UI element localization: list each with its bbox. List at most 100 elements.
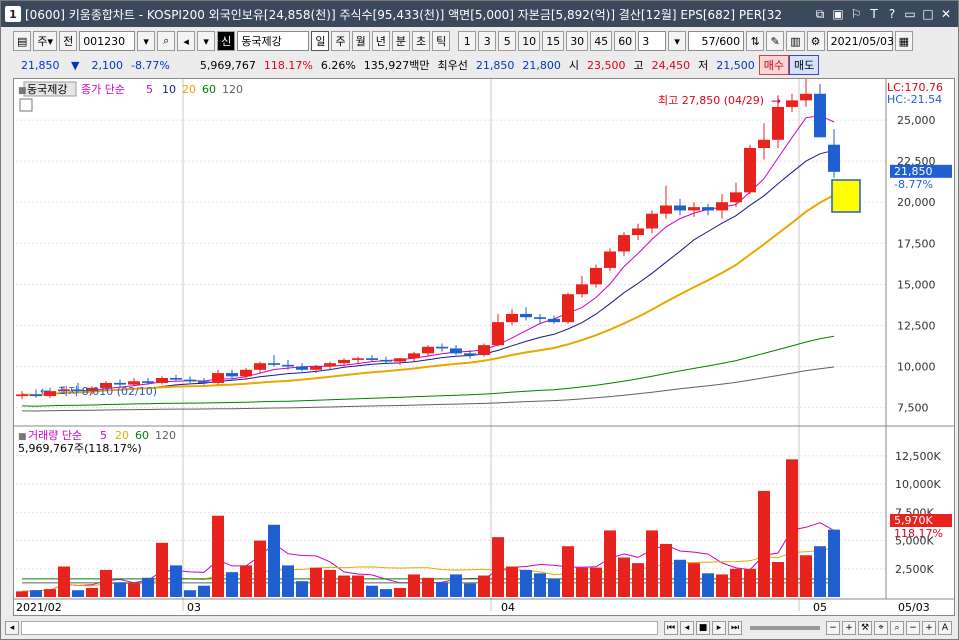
sound-icon[interactable]: ◂ <box>177 31 196 51</box>
candle-body <box>730 192 742 203</box>
more-dropdown-icon[interactable]: ▾ <box>197 31 216 51</box>
code-dropdown-icon[interactable]: ▾ <box>137 31 156 51</box>
best-bid: 21,800 <box>522 58 561 72</box>
zoom-slider[interactable] <box>750 626 820 630</box>
buy-button[interactable]: 매수 <box>758 55 790 75</box>
scroll-left-icon[interactable]: ◂ <box>5 621 19 635</box>
volume-bar <box>646 530 658 597</box>
candle-body <box>282 364 294 367</box>
indicator-icon[interactable]: ⇅ <box>746 31 765 51</box>
vol-ma-legend-5: 5 <box>100 429 107 442</box>
interval-input[interactable]: 3 <box>638 31 667 51</box>
volume-bar <box>618 557 630 597</box>
calendar-icon[interactable]: ▦ <box>894 31 913 51</box>
candle-body <box>366 358 378 360</box>
candle-body <box>492 322 504 346</box>
tf-year[interactable]: 년 <box>371 31 390 51</box>
volume-bar <box>506 566 518 597</box>
close-icon[interactable]: ✕ <box>938 6 954 22</box>
count-field[interactable]: 57/600 <box>688 31 745 51</box>
candle-body <box>814 93 826 138</box>
search-icon[interactable]: ⌕ <box>157 31 176 51</box>
volume-bar <box>142 577 154 597</box>
stock-name-field[interactable]: 동국제강 <box>237 31 310 51</box>
zoom-out-icon[interactable]: − <box>826 621 840 635</box>
first-icon[interactable]: ⏮ <box>664 621 678 635</box>
volume-bar <box>394 587 406 597</box>
volume-bar <box>436 582 448 597</box>
tf-tick[interactable]: 틱 <box>432 31 451 51</box>
next-page-icon[interactable]: ▸ <box>712 621 726 635</box>
tf-week[interactable]: 주 <box>331 31 350 51</box>
current-price: 21,850 ▼ <box>21 58 80 72</box>
selection-box[interactable] <box>831 179 861 213</box>
tool-icon-3[interactable]: ⌕ <box>890 621 904 635</box>
volume-bar <box>338 575 350 597</box>
tf-day[interactable]: 일 <box>311 31 330 51</box>
quote-bar: 21,850 ▼ 2,100 -8.77% 5,969,767 118.17% … <box>1 55 958 75</box>
save-icon[interactable]: ▥ <box>786 31 805 51</box>
volume-bar <box>590 567 602 597</box>
tool-icon-2[interactable]: ⌖ <box>874 621 888 635</box>
sell-button[interactable]: 매도 <box>789 55 820 75</box>
grid-toggle-icon[interactable] <box>19 98 33 112</box>
interval-15[interactable]: 15 <box>542 31 565 51</box>
candlestick-chart[interactable]: 25,00022,50020,00017,50015,00012,50010,0… <box>14 73 954 615</box>
interval-dropdown-icon[interactable]: ▾ <box>668 31 687 51</box>
volume-bar <box>352 575 364 597</box>
volume-ratio: 118.17% <box>263 58 313 72</box>
chart-menu-icon[interactable]: ▤ <box>13 31 32 51</box>
candle-body <box>422 346 434 354</box>
candle-body <box>576 284 588 295</box>
stock-code-input[interactable]: 001230 <box>79 31 136 51</box>
title-bar[interactable]: 1 [0600] 키움종합차트 - KOSPI200 외국인보유[24,858(… <box>1 1 958 27</box>
candle-body <box>16 394 28 397</box>
window-title: [0600] 키움종합차트 - KOSPI200 외국인보유[24,858(천)… <box>25 7 783 22</box>
window-number-badge: 1 <box>5 6 21 22</box>
pin-icon[interactable]: ⚐ <box>848 6 864 22</box>
interval-60[interactable]: 60 <box>614 31 637 51</box>
interval-10[interactable]: 10 <box>518 31 541 51</box>
interval-1[interactable]: 1 <box>458 31 477 51</box>
volume-bar <box>660 543 672 597</box>
tf-month[interactable]: 월 <box>351 31 370 51</box>
candle-body <box>142 381 154 383</box>
prev-page-icon[interactable]: ◂ <box>680 621 694 635</box>
volume-bar <box>156 542 168 597</box>
font-size-icon[interactable]: A <box>938 621 952 635</box>
price-tick-label: 15,000 <box>897 278 936 291</box>
minus-icon[interactable]: − <box>906 621 920 635</box>
date-input[interactable]: 2021/05/03 <box>826 31 894 51</box>
vol-ma-legend-20: 20 <box>115 429 129 442</box>
settings-icon[interactable]: ⚙ <box>806 31 825 51</box>
prev-button[interactable]: 전 <box>59 31 78 51</box>
link-icon[interactable]: ⧉ <box>812 6 828 22</box>
interval-5[interactable]: 5 <box>498 31 517 51</box>
candle-body <box>604 251 616 268</box>
interval-45[interactable]: 45 <box>590 31 613 51</box>
candle-body <box>786 100 798 107</box>
candle-body <box>408 353 420 359</box>
text-icon[interactable]: T <box>866 6 882 22</box>
interval-3[interactable]: 3 <box>478 31 497 51</box>
minimize-icon[interactable]: ▭ <box>902 6 918 22</box>
maximize-icon[interactable]: □ <box>920 6 936 22</box>
volume-bar <box>478 575 490 597</box>
stop-icon[interactable]: ■ <box>696 621 710 635</box>
low-arrow-icon: ← <box>40 384 50 398</box>
volume-bar <box>268 524 280 597</box>
tf-second[interactable]: 초 <box>411 31 431 51</box>
draw-icon[interactable]: ✎ <box>766 31 785 51</box>
chart-area[interactable]: 25,000 22,500 20,000 17,500 15,000 12,500 10,0… <box>13 73 955 616</box>
interval-30[interactable]: 30 <box>566 31 589 51</box>
period-select[interactable]: 주 ▾ <box>33 31 58 51</box>
tf-minute[interactable]: 분 <box>391 31 410 51</box>
layout-icon[interactable]: ▣ <box>830 6 846 22</box>
last-icon[interactable]: ⏭ <box>728 621 742 635</box>
candle-body <box>716 202 728 211</box>
scroll-track[interactable] <box>21 621 658 635</box>
help-icon[interactable]: ? <box>884 6 900 22</box>
plus-icon[interactable]: + <box>922 621 936 635</box>
tool-icon-1[interactable]: ⚒ <box>858 621 872 635</box>
zoom-in-icon[interactable]: + <box>842 621 856 635</box>
